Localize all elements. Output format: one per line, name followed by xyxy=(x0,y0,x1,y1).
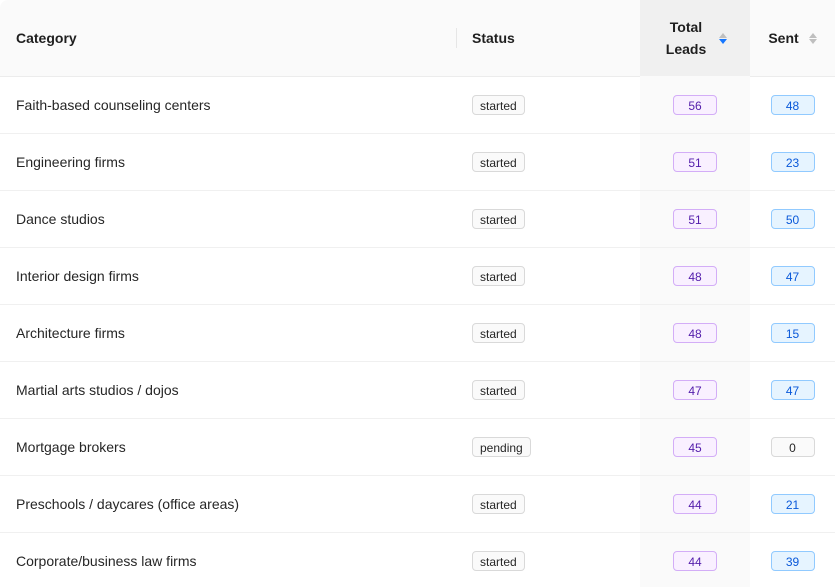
sent-badge: 48 xyxy=(770,95,815,115)
table-header: Category Status Total Leads Sent xyxy=(0,0,835,77)
total-leads-badge: 56 xyxy=(673,95,717,115)
category-cell: Dance studios xyxy=(16,211,105,227)
column-header-sent[interactable]: Sent xyxy=(750,0,835,76)
total-leads-cell: 44 xyxy=(640,533,750,587)
table-row[interactable]: Dance studios started 51 50 xyxy=(0,191,835,248)
total-leads-cell: 56 xyxy=(640,77,750,133)
total-leads-cell: 51 xyxy=(640,191,750,247)
status-badge: started xyxy=(472,209,525,229)
sort-descending-icon[interactable] xyxy=(719,38,727,44)
status-cell: started xyxy=(456,362,640,418)
category-cell: Architecture firms xyxy=(16,325,125,341)
sent-cell: 15 xyxy=(750,305,835,361)
sent-cell: 21 xyxy=(750,476,835,532)
total-leads-badge: 48 xyxy=(673,266,717,286)
sent-badge: 0 xyxy=(770,437,815,457)
sort-descending-icon[interactable] xyxy=(808,38,817,44)
table-row[interactable]: Preschools / daycares (office areas) sta… xyxy=(0,476,835,533)
sort-ascending-icon[interactable] xyxy=(808,32,817,38)
category-cell: Martial arts studios / dojos xyxy=(16,382,179,398)
status-cell: started xyxy=(456,134,640,190)
column-header-status-label: Status xyxy=(472,30,515,46)
total-leads-cell: 48 xyxy=(640,248,750,304)
category-cell: Mortgage brokers xyxy=(16,439,126,455)
sent-badge: 50 xyxy=(770,209,815,229)
column-header-total-leads[interactable]: Total Leads xyxy=(640,0,750,76)
total-leads-badge: 44 xyxy=(673,551,717,571)
sort-icon[interactable] xyxy=(719,32,727,44)
sent-badge: 15 xyxy=(770,323,815,343)
sent-cell: 50 xyxy=(750,191,835,247)
sort-ascending-icon[interactable] xyxy=(719,32,727,38)
total-leads-badge: 47 xyxy=(673,380,717,400)
status-badge: pending xyxy=(472,437,531,457)
column-header-category: Category xyxy=(0,0,456,76)
total-leads-badge: 51 xyxy=(673,209,717,229)
sent-badge: 47 xyxy=(770,266,815,286)
sent-badge: 23 xyxy=(770,152,815,172)
status-badge: started xyxy=(472,494,525,514)
total-leads-badge: 44 xyxy=(673,494,717,514)
sent-badge: 47 xyxy=(770,380,815,400)
table-body: Faith-based counseling centers started 5… xyxy=(0,77,835,587)
status-cell: started xyxy=(456,476,640,532)
status-cell: started xyxy=(456,248,640,304)
status-badge: started xyxy=(472,95,525,115)
table-row[interactable]: Corporate/business law firms started 44 … xyxy=(0,533,835,587)
category-cell: Engineering firms xyxy=(16,154,125,170)
status-cell: started xyxy=(456,77,640,133)
leads-table: Category Status Total Leads Sent Faith-b… xyxy=(0,0,835,587)
status-cell: started xyxy=(456,191,640,247)
sent-badge: 39 xyxy=(770,551,815,571)
sort-icon[interactable] xyxy=(808,32,817,44)
total-leads-badge: 51 xyxy=(673,152,717,172)
total-leads-badge: 45 xyxy=(673,437,717,457)
column-header-category-label: Category xyxy=(16,30,77,46)
status-cell: started xyxy=(456,305,640,361)
table-row[interactable]: Mortgage brokers pending 45 0 xyxy=(0,419,835,476)
table-row[interactable]: Interior design firms started 48 47 xyxy=(0,248,835,305)
status-badge: started xyxy=(472,266,525,286)
sent-cell: 47 xyxy=(750,362,835,418)
total-leads-cell: 45 xyxy=(640,419,750,475)
total-leads-cell: 51 xyxy=(640,134,750,190)
sent-cell: 23 xyxy=(750,134,835,190)
sent-badge: 21 xyxy=(770,494,815,514)
total-leads-badge: 48 xyxy=(673,323,717,343)
status-badge: started xyxy=(472,551,525,571)
total-leads-cell: 47 xyxy=(640,362,750,418)
status-badge: started xyxy=(472,380,525,400)
sent-cell: 39 xyxy=(750,533,835,587)
column-header-sent-label: Sent xyxy=(768,30,799,46)
column-header-total-leads-label: Total Leads xyxy=(665,19,707,57)
category-cell: Preschools / daycares (office areas) xyxy=(16,496,240,512)
sent-cell: 48 xyxy=(750,77,835,133)
category-cell: Interior design firms xyxy=(16,268,139,284)
category-cell: Faith-based counseling centers xyxy=(16,97,211,113)
category-cell: Corporate/business law firms xyxy=(16,553,197,569)
status-badge: started xyxy=(472,323,525,343)
status-badge: started xyxy=(472,152,525,172)
table-row[interactable]: Architecture firms started 48 15 xyxy=(0,305,835,362)
status-cell: started xyxy=(456,533,640,587)
table-row[interactable]: Faith-based counseling centers started 5… xyxy=(0,77,835,134)
table-row[interactable]: Martial arts studios / dojos started 47 … xyxy=(0,362,835,419)
sent-cell: 47 xyxy=(750,248,835,304)
sent-cell: 0 xyxy=(750,419,835,475)
status-cell: pending xyxy=(456,419,640,475)
table-row[interactable]: Engineering firms started 51 23 xyxy=(0,134,835,191)
column-header-status: Status xyxy=(456,0,640,76)
total-leads-cell: 44 xyxy=(640,476,750,532)
total-leads-cell: 48 xyxy=(640,305,750,361)
